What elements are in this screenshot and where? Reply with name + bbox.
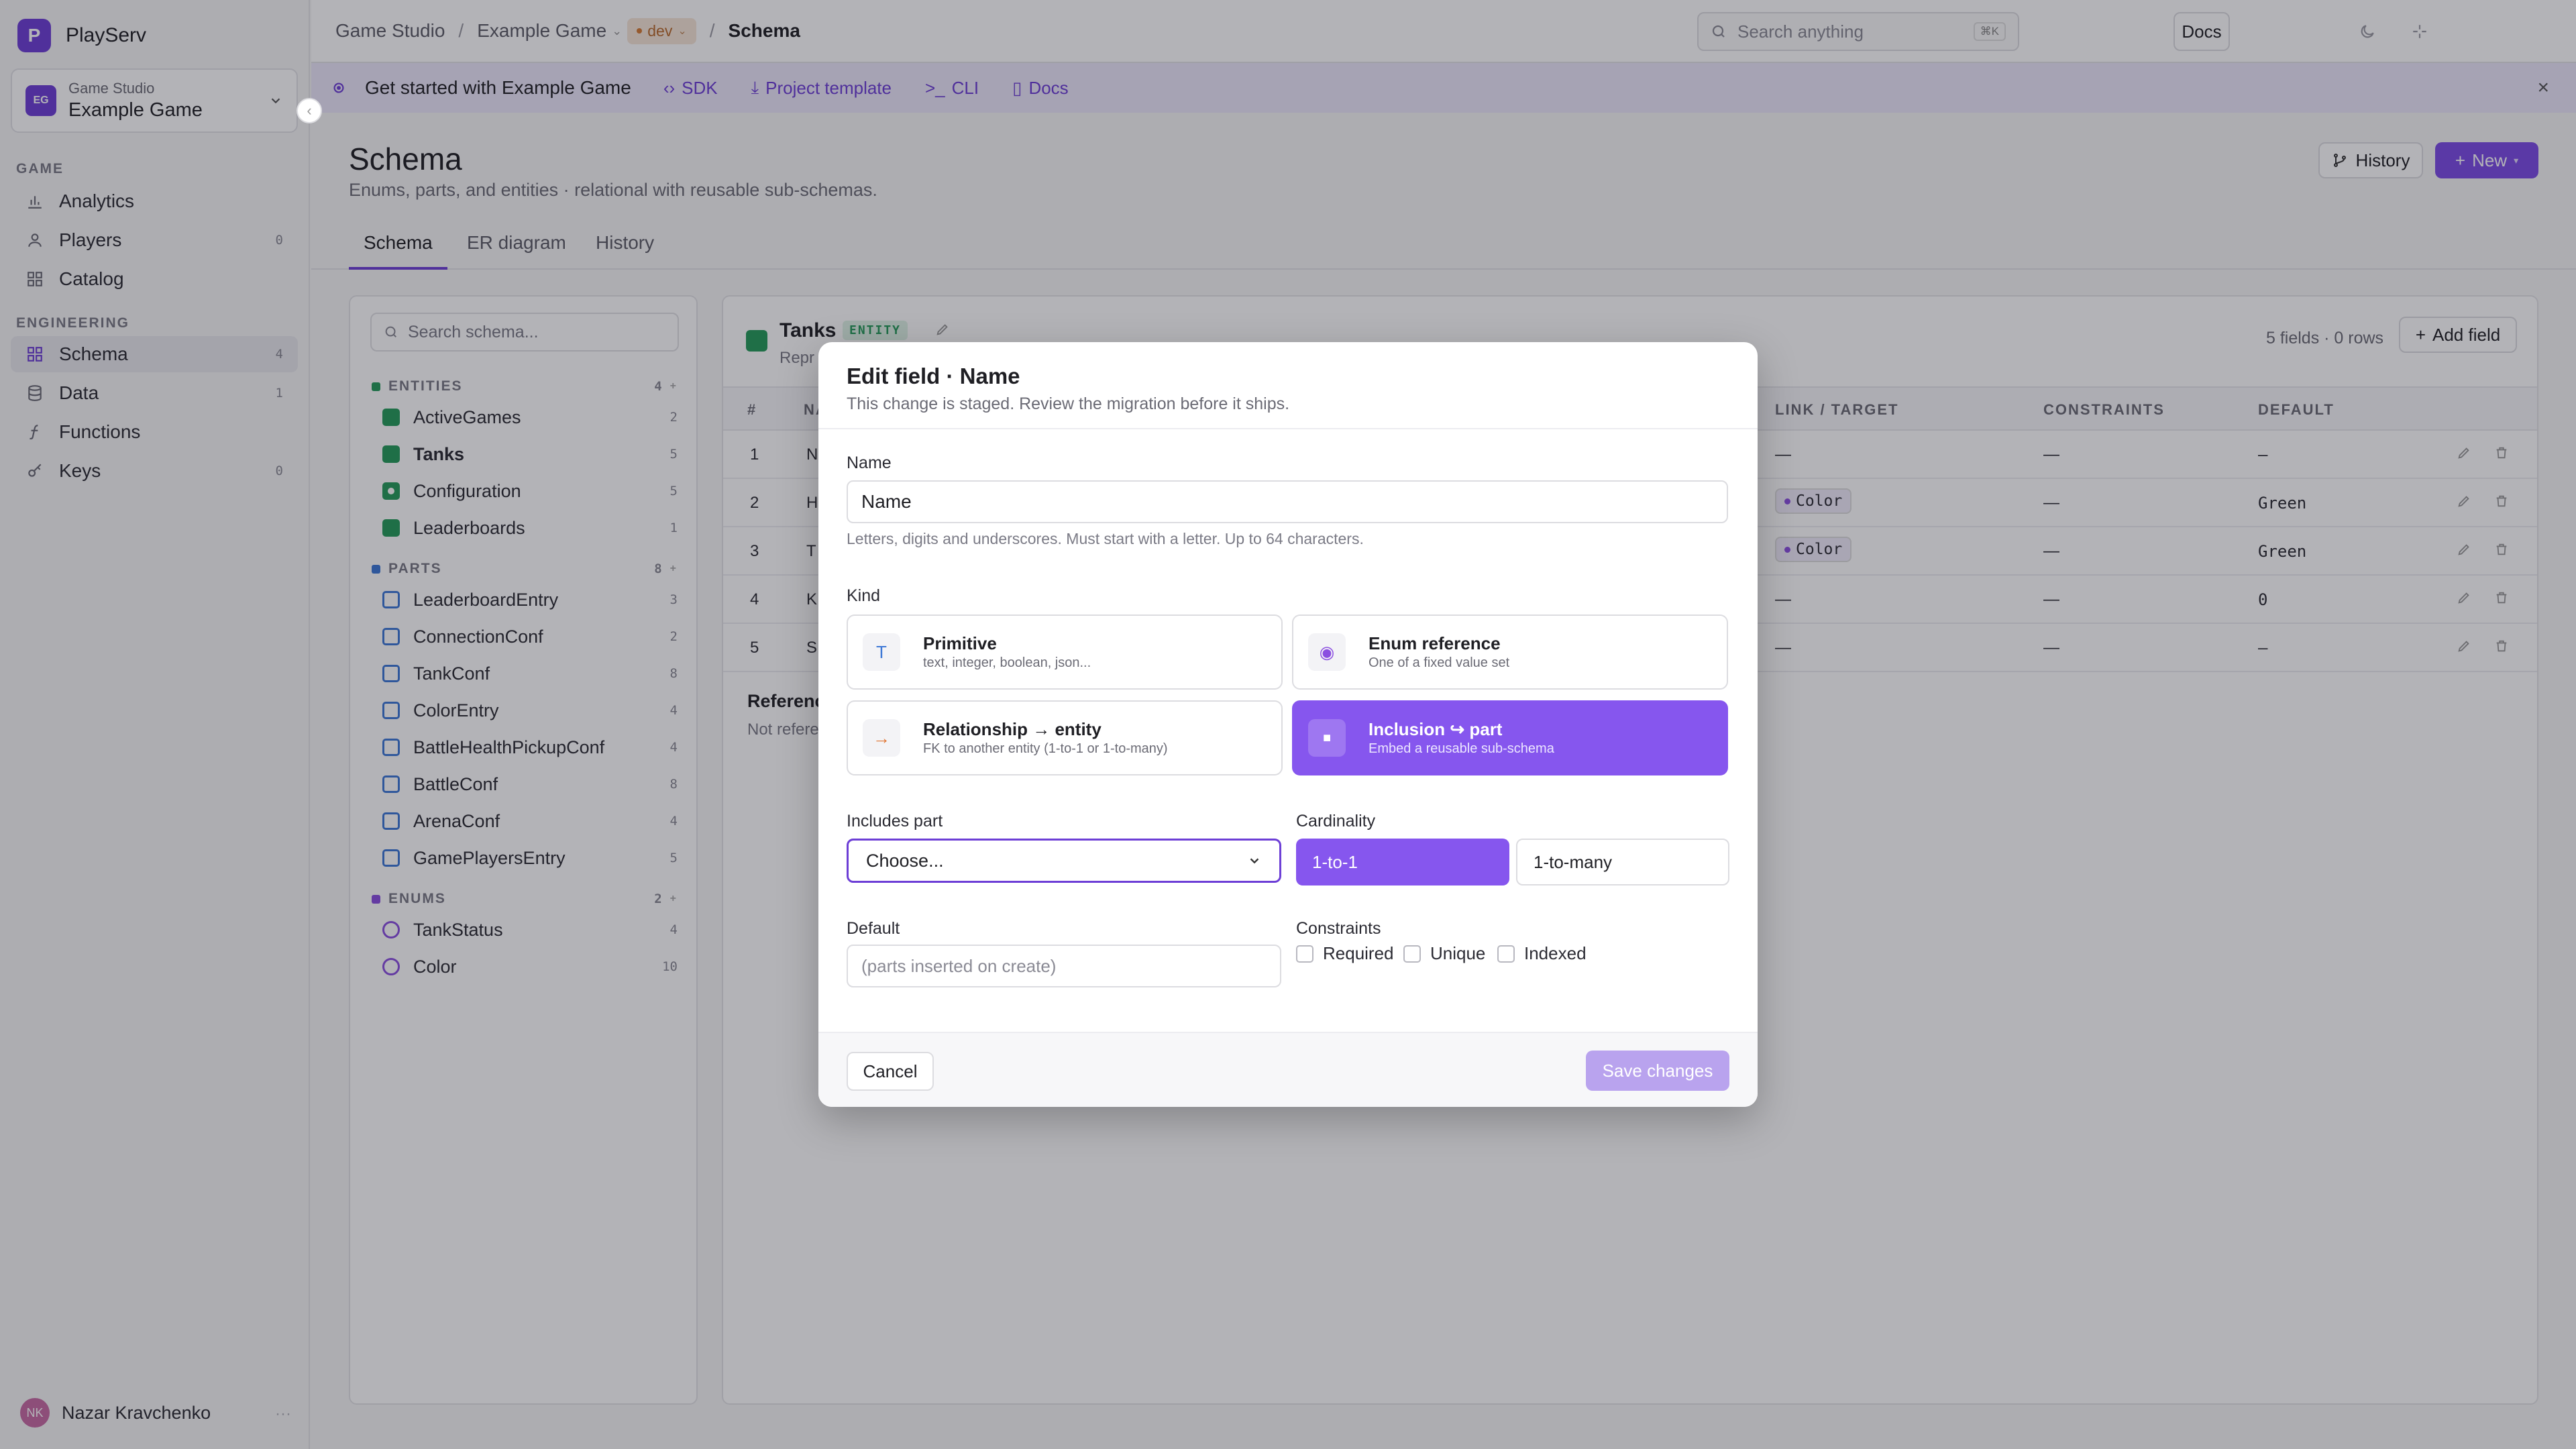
part-icon: ■ (1308, 719, 1346, 757)
arrow-right-icon: → (863, 719, 900, 757)
edit-field-dialog: Edit field · Name This change is staged.… (818, 342, 1758, 1107)
dialog-footer: Cancel Save changes (818, 1032, 1758, 1107)
checkbox-label: Indexed (1524, 943, 1587, 963)
kind-label: Kind (847, 586, 881, 605)
kind-title: Primitive (923, 633, 997, 653)
name-label: Name (847, 453, 892, 472)
checkbox-box[interactable] (1497, 945, 1515, 963)
kind-title: Inclusion ↪ part (1368, 719, 1503, 739)
select-value: Choose... (866, 850, 944, 871)
text-type-icon: T (863, 633, 900, 671)
field-name-input[interactable] (847, 480, 1728, 523)
cardinality-one-to-many[interactable]: 1-to-many (1516, 839, 1729, 885)
default-value-input[interactable] (847, 945, 1281, 987)
checkbox-box[interactable] (1403, 945, 1421, 963)
kind-desc: Embed a reusable sub-schema (1368, 741, 1554, 756)
kind-option-relationship[interactable]: → Relationship → entity FK to another en… (847, 700, 1283, 775)
save-changes-button[interactable]: Save changes (1586, 1051, 1729, 1091)
dialog-title: Edit field · Name (847, 364, 1020, 388)
cardinality-one-to-one[interactable]: 1-to-1 (1296, 839, 1509, 885)
kind-desc: One of a fixed value set (1368, 655, 1510, 670)
kind-option-primitive[interactable]: T Primitive text, integer, boolean, json… (847, 614, 1283, 690)
cardinality-label: Cardinality (1296, 812, 1376, 830)
chevron-down-icon (1247, 853, 1262, 868)
kind-title: Relationship → entity (923, 719, 1102, 739)
indexed-checkbox[interactable]: Indexed (1497, 943, 1587, 964)
kind-desc: text, integer, boolean, json... (923, 655, 1091, 670)
name-hint: Letters, digits and underscores. Must st… (847, 530, 1364, 547)
default-label: Default (847, 919, 900, 938)
collapse-sidebar-button[interactable]: ‹ (297, 98, 322, 123)
enum-icon: ◉ (1308, 633, 1346, 671)
divider (818, 428, 1758, 429)
checkbox-label: Unique (1430, 943, 1486, 963)
required-checkbox[interactable]: Required (1296, 943, 1394, 964)
dialog-subtitle: This change is staged. Review the migrat… (847, 394, 1290, 413)
includes-part-select[interactable]: Choose... (847, 839, 1281, 883)
checkbox-label: Required (1323, 943, 1394, 963)
checkbox-box[interactable] (1296, 945, 1313, 963)
kind-title: Enum reference (1368, 633, 1501, 653)
includes-part-label: Includes part (847, 812, 943, 830)
kind-desc: FK to another entity (1-to-1 or 1-to-man… (923, 741, 1168, 756)
constraints-label: Constraints (1296, 919, 1381, 938)
kind-option-enum[interactable]: ◉ Enum reference One of a fixed value se… (1292, 614, 1728, 690)
kind-option-inclusion[interactable]: ■ Inclusion ↪ part Embed a reusable sub-… (1292, 700, 1728, 775)
unique-checkbox[interactable]: Unique (1403, 943, 1485, 964)
cancel-button[interactable]: Cancel (847, 1052, 934, 1091)
